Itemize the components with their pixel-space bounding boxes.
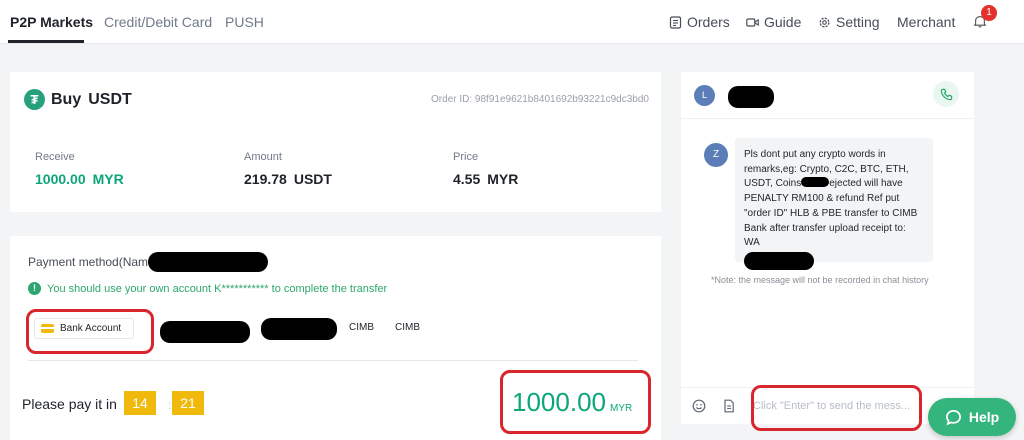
- phone-icon: [940, 88, 952, 100]
- chat-header-divider: [681, 118, 974, 119]
- attach-file-icon[interactable]: [722, 399, 736, 413]
- help-button[interactable]: Help: [928, 398, 1016, 436]
- order-asset: USDT: [88, 91, 132, 108]
- active-tab-indicator: [8, 40, 84, 43]
- order-action: Buy: [51, 91, 82, 108]
- order-title: Buy USDT: [51, 91, 139, 109]
- payment-card: Payment method(Name ! You should use you…: [10, 236, 661, 440]
- price-label: Price: [453, 151, 479, 163]
- merchant-label: Merchant: [897, 14, 956, 30]
- top-navigation: P2P Markets Credit/Debit Card PUSH Order…: [0, 0, 1024, 44]
- amount-unit: USDT: [293, 171, 332, 187]
- notice-text: You should use your own account K*******…: [47, 282, 388, 295]
- notification-badge: 1: [981, 5, 997, 21]
- setting-link[interactable]: Setting: [818, 14, 880, 30]
- redacted-word: [801, 177, 830, 188]
- amount-number: 219.78: [244, 171, 287, 187]
- payment-notice: ! You should use your own account K*****…: [28, 282, 387, 295]
- orders-label: Orders: [687, 14, 730, 30]
- amount-label: Amount: [244, 151, 282, 163]
- gear-icon: [818, 16, 831, 29]
- price-value: 4.55 MYR: [453, 171, 518, 187]
- payment-method-label: Payment method(Name: [28, 255, 155, 269]
- tether-icon: ₮: [24, 89, 45, 110]
- total-amount: 1000.00 MYR: [512, 387, 632, 418]
- total-amount-value: 1000.00: [512, 387, 606, 417]
- guide-label: Guide: [764, 14, 802, 30]
- timer-minutes: 14: [124, 391, 156, 415]
- help-label: Help: [968, 409, 1000, 425]
- orders-link[interactable]: Orders: [669, 14, 730, 30]
- bank-branch: CIMB: [395, 322, 420, 333]
- video-icon: [746, 16, 759, 29]
- peer-avatar: L: [694, 85, 715, 106]
- receive-unit: MYR: [92, 171, 124, 187]
- timer-seconds: 21: [172, 391, 204, 415]
- merchant-link[interactable]: Merchant: [897, 14, 955, 30]
- price-unit: MYR: [487, 171, 519, 187]
- order-id: Order ID: 98f91e9621b8401692b93221c9dc3b…: [431, 94, 649, 105]
- bank-account-label: Bank Account: [60, 323, 122, 334]
- price-number: 4.55: [453, 171, 481, 187]
- emoji-icon[interactable]: [692, 399, 706, 413]
- total-currency: MYR: [609, 403, 633, 414]
- redacted-peer-name: [728, 86, 774, 108]
- bank-name: CIMB: [349, 322, 374, 333]
- chat-message: Pls dont put any crypto words in remarks…: [735, 138, 933, 270]
- timer-separator: :: [168, 398, 172, 412]
- guide-link[interactable]: Guide: [746, 14, 801, 30]
- redacted-account-number: [261, 318, 337, 340]
- tab-push[interactable]: PUSH: [225, 14, 264, 30]
- amount-value: 219.78 USDT: [244, 171, 332, 187]
- redacted-name: [148, 252, 268, 272]
- receive-value: 1000.00 MYR: [35, 171, 124, 187]
- call-button[interactable]: [933, 81, 959, 107]
- sender-avatar: Z: [704, 143, 728, 167]
- redacted-contact: [744, 251, 814, 270]
- divider: [28, 360, 638, 361]
- annotation-box-chat-input: [751, 385, 922, 431]
- tab-p2p-markets[interactable]: P2P Markets: [10, 14, 93, 30]
- tab-credit-debit-card[interactable]: Credit/Debit Card: [104, 14, 212, 30]
- chat-bubble-icon: [945, 409, 961, 425]
- setting-label: Setting: [836, 14, 880, 30]
- info-icon: !: [28, 282, 41, 295]
- receive-amount: 1000.00: [35, 171, 86, 187]
- pay-in-label: Please pay it in: [22, 396, 117, 412]
- chat-history-note: *Note: the message will not be recorded …: [711, 275, 929, 285]
- orders-icon: [669, 15, 682, 29]
- order-summary-card: ₮ Buy USDT Order ID: 98f91e9621b8401692b9…: [10, 72, 661, 212]
- chat-panel: L Z Pls dont put any crypto words in rem…: [681, 72, 974, 424]
- receive-label: Receive: [35, 151, 75, 163]
- redacted-account-name: [160, 321, 250, 343]
- bank-card-icon: [41, 324, 54, 333]
- bank-account-button[interactable]: Bank Account: [34, 318, 134, 339]
